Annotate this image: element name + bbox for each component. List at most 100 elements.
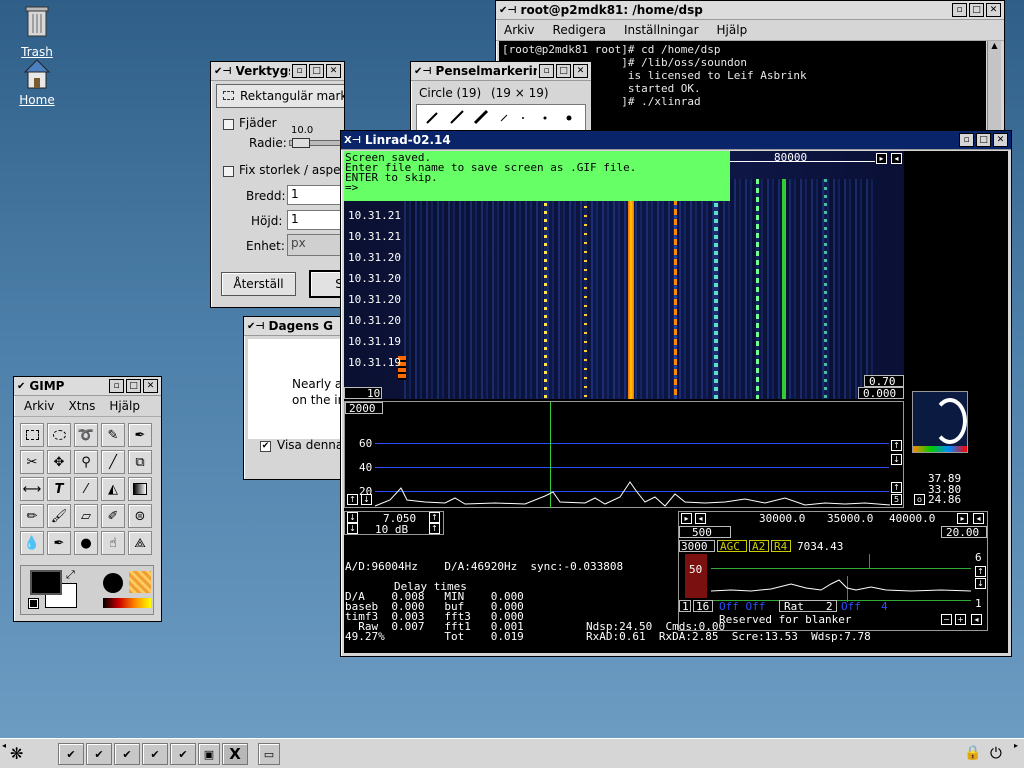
- convolve-icon[interactable]: 💧: [20, 531, 44, 555]
- power-icon[interactable]: ⏻: [990, 744, 1002, 762]
- bb-scale-right-icon[interactable]: ▸: [957, 513, 968, 524]
- pattern-indicator[interactable]: [129, 571, 151, 593]
- bb-down-icon[interactable]: ↓: [975, 578, 986, 589]
- bb-arrow-left-icon[interactable]: ◂: [695, 513, 706, 524]
- ellipse-select-icon[interactable]: [47, 423, 71, 447]
- task-button-gimp[interactable]: ✔: [170, 743, 196, 765]
- pencil-icon[interactable]: ✏: [20, 504, 44, 528]
- maximize-icon[interactable]: □: [126, 379, 141, 393]
- spectrum-scale-down-icon[interactable]: ↓: [891, 454, 902, 465]
- default-colors-icon[interactable]: [28, 598, 39, 609]
- width-field[interactable]: 1: [287, 185, 344, 205]
- window-menu-icon[interactable]: ✔⊣: [414, 66, 432, 77]
- bb-up-icon[interactable]: ↑: [975, 566, 986, 577]
- blend-icon[interactable]: [128, 477, 152, 501]
- clone-icon[interactable]: ⊜: [128, 504, 152, 528]
- height-field[interactable]: 1: [287, 210, 344, 230]
- spectrum-display[interactable]: 2000 60 40 20 ↑ ↓ ↑ ↓ ↑ 5: [344, 401, 904, 508]
- taskbar-right-arrow-icon[interactable]: ▸: [1014, 741, 1018, 750]
- fuzzy-select-icon[interactable]: ✎: [101, 423, 125, 447]
- bb-bandwidth-box[interactable]: 500: [679, 526, 731, 538]
- gimp-titlebar[interactable]: ✔ GIMP ▫ □ ✕: [14, 377, 161, 396]
- trash-desktop-icon[interactable]: Trash: [7, 4, 67, 59]
- waterfall-gain-box[interactable]: 0.70: [864, 375, 904, 387]
- text-icon[interactable]: T: [47, 477, 71, 501]
- window-menu-icon[interactable]: ✔⊣: [247, 321, 265, 332]
- spectrum-button-5[interactable]: 5: [891, 494, 902, 505]
- swap-colors-icon[interactable]: ⤢: [66, 568, 75, 582]
- smudge-icon[interactable]: ☝: [101, 531, 125, 555]
- waterfall-zero-box[interactable]: 0.000: [858, 387, 904, 399]
- task-button-terminal[interactable]: ✔: [58, 743, 84, 765]
- bb-btn-1[interactable]: 1: [679, 600, 691, 612]
- measure-icon[interactable]: ⟁: [128, 531, 152, 555]
- bb-off2-label[interactable]: Off: [841, 601, 861, 612]
- bucket-fill-icon[interactable]: ◭: [101, 477, 125, 501]
- bb-plus-icon[interactable]: +: [955, 614, 966, 625]
- window-menu-icon[interactable]: ✔: [17, 381, 25, 392]
- freq-up-icon[interactable]: ↑: [429, 512, 440, 523]
- linrad-titlebar[interactable]: X⊣ Linrad-02.14 ▫ □ ✕: [341, 131, 1011, 150]
- reset-button[interactable]: Återställ: [221, 272, 296, 296]
- scissors-icon[interactable]: ✂: [20, 450, 44, 474]
- a2-button[interactable]: A2: [749, 540, 769, 552]
- move-icon[interactable]: ✥: [47, 450, 71, 474]
- airbrush-icon[interactable]: ✐: [101, 504, 125, 528]
- bb-off-label[interactable]: Off Off: [719, 601, 765, 612]
- db-down-icon[interactable]: ↓: [347, 523, 358, 534]
- task-button-desktop[interactable]: ▭: [258, 743, 280, 765]
- prompt-input[interactable]: =>: [345, 182, 358, 193]
- bb-scale-left-icon[interactable]: ◂: [973, 513, 984, 524]
- save-screen-prompt[interactable]: Screen saved. Enter file name to save sc…: [344, 151, 730, 201]
- agc-button[interactable]: AGC: [717, 540, 747, 552]
- transform-icon[interactable]: ⧉: [128, 450, 152, 474]
- free-select-icon[interactable]: ➰: [74, 423, 98, 447]
- scroll-up-icon[interactable]: ▲: [988, 41, 1001, 54]
- x-window-icon[interactable]: X⊣: [344, 135, 361, 146]
- home-desktop-icon[interactable]: Home: [7, 56, 67, 107]
- bb-rat-box[interactable]: Rat 2: [779, 600, 837, 612]
- maximize-icon[interactable]: □: [969, 3, 984, 17]
- main-menu-icon[interactable]: ❋: [10, 744, 23, 763]
- brush-titlebar[interactable]: ✔⊣ Penselmarkering ▫ □ ✕: [411, 62, 591, 81]
- lock-icon[interactable]: 🔒: [964, 745, 981, 761]
- spectrum-down-icon[interactable]: ↓: [361, 494, 372, 505]
- window-menu-icon[interactable]: ✔⊣: [214, 66, 232, 77]
- polarization-display[interactable]: [912, 391, 968, 453]
- task-button-misc[interactable]: ▣: [198, 743, 220, 765]
- maximize-icon[interactable]: □: [976, 133, 991, 147]
- maximize-icon[interactable]: □: [309, 64, 324, 78]
- spectrum-zoom-up-icon[interactable]: ↑: [891, 482, 902, 493]
- eraser-icon[interactable]: ▱: [74, 504, 98, 528]
- task-button-tip[interactable]: ✔: [142, 743, 168, 765]
- crop-icon[interactable]: ╱: [101, 450, 125, 474]
- waterfall-avg-box[interactable]: 10: [344, 387, 382, 399]
- db-up-icon[interactable]: ↑: [429, 523, 440, 534]
- spectrum-up-icon[interactable]: ↑: [347, 494, 358, 505]
- bb-minus-icon[interactable]: −: [941, 614, 952, 625]
- fixed-size-checkbox[interactable]: [223, 166, 234, 177]
- show-tips-checkbox[interactable]: ✔: [260, 441, 271, 452]
- dodge-burn-icon[interactable]: ●: [74, 531, 98, 555]
- brush-grid[interactable]: [416, 104, 586, 132]
- color-picker-icon[interactable]: ⁄: [74, 477, 98, 501]
- menu-hjalp[interactable]: Hjälp: [109, 399, 140, 413]
- minimize-icon[interactable]: ▫: [109, 379, 124, 393]
- bb-3000-box[interactable]: 3000: [679, 540, 715, 552]
- feather-checkbox[interactable]: [223, 119, 234, 130]
- task-button-tool-options[interactable]: ✔: [86, 743, 112, 765]
- window-menu-icon[interactable]: ✔⊣: [499, 5, 517, 16]
- close-icon[interactable]: ✕: [986, 3, 1001, 17]
- menu-xtns[interactable]: Xtns: [69, 399, 96, 413]
- radius-slider[interactable]: [289, 138, 344, 148]
- freq-down-icon[interactable]: ↓: [347, 512, 358, 523]
- minimize-icon[interactable]: ▫: [539, 64, 554, 78]
- bezier-select-icon[interactable]: ✒: [128, 423, 152, 447]
- bb-left-icon[interactable]: ◂: [971, 614, 982, 625]
- magnify-icon[interactable]: ⚲: [74, 450, 98, 474]
- minimize-icon[interactable]: ▫: [292, 64, 307, 78]
- radius-slider-handle[interactable]: [292, 138, 310, 148]
- menu-redigera[interactable]: Redigera: [553, 23, 606, 37]
- menu-arkiv[interactable]: Arkiv: [24, 399, 55, 413]
- taskbar-left-arrow-icon[interactable]: ◂: [2, 741, 6, 750]
